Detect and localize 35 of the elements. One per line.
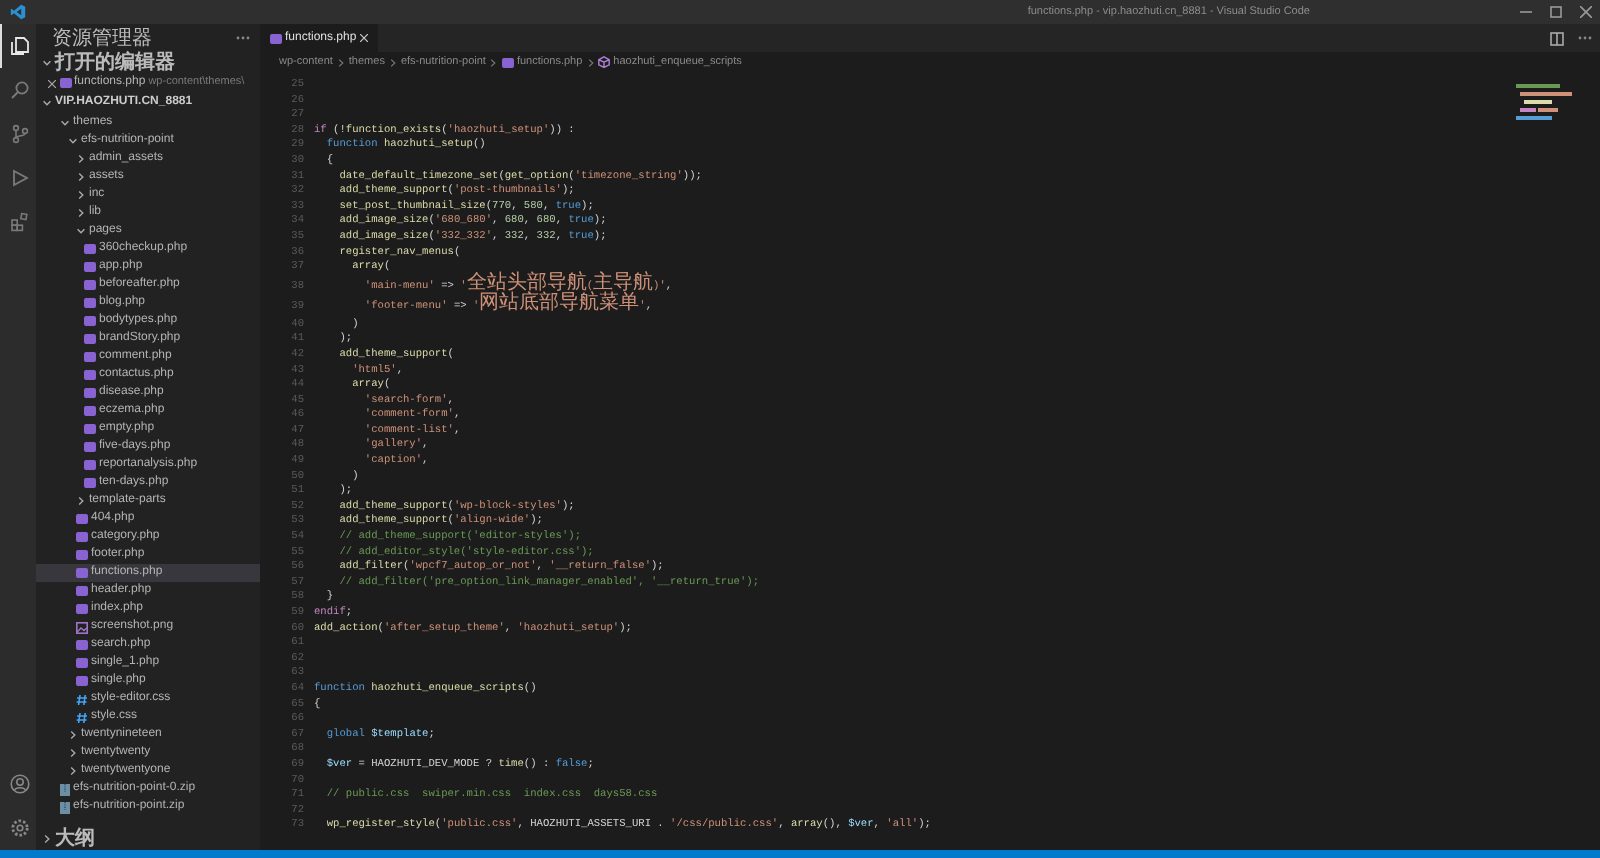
cube-icon (598, 56, 611, 68)
archive-file-icon (60, 801, 70, 813)
maximize-icon[interactable] (1550, 6, 1562, 18)
run-debug-icon[interactable] (9, 168, 29, 188)
php-file-icon (59, 78, 71, 88)
chevron-down-icon (42, 58, 52, 68)
chevron-right-icon (387, 57, 398, 67)
minimize-icon[interactable] (1520, 6, 1532, 18)
account-icon[interactable] (9, 774, 29, 794)
css-file-icon (76, 693, 88, 705)
search-icon[interactable] (9, 80, 29, 100)
php-file-icon (501, 57, 514, 67)
panel-title: 资源管理器 (52, 27, 152, 49)
minimap-drawing (1516, 82, 1576, 122)
section-header[interactable]: 打开的编辑器 (36, 52, 260, 74)
close-icon[interactable] (48, 79, 56, 87)
chevron-down-icon (76, 226, 86, 236)
image-file-icon (76, 621, 88, 633)
chevron-right-icon (488, 57, 499, 67)
branch-icon[interactable] (9, 124, 29, 144)
close-icon[interactable] (1580, 6, 1592, 18)
extensions-icon[interactable] (9, 212, 29, 232)
css-file-icon (76, 711, 88, 723)
chevron-right-icon (76, 496, 86, 506)
php-file-icon (270, 33, 282, 43)
chevron-right-icon (585, 57, 596, 67)
section-header[interactable]: 大纲 (36, 828, 260, 850)
settings-icon[interactable] (9, 818, 29, 838)
split-editor-icon[interactable] (1550, 31, 1564, 45)
archive-file-icon (60, 783, 70, 795)
files-icon[interactable] (9, 36, 29, 56)
chevron-right-icon (335, 57, 346, 67)
app-logo-icon (10, 4, 26, 20)
close-icon[interactable] (359, 34, 368, 42)
chevron-right-icon (42, 834, 52, 844)
